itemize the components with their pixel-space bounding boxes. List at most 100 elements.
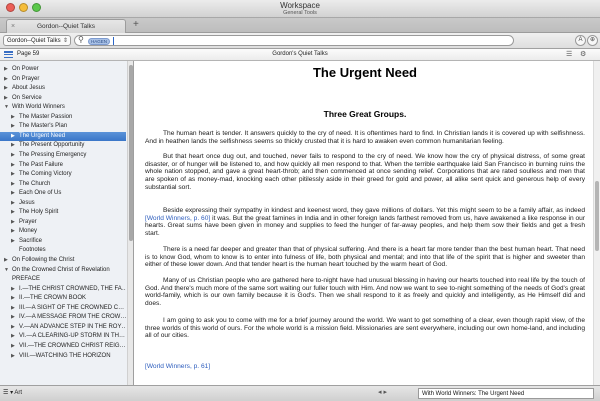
page-reference-link[interactable]: [World Winners, p. 61] — [145, 363, 210, 371]
toc-item[interactable]: PREFACE — [0, 275, 126, 284]
disclosure-closed-icon[interactable]: ▶ — [4, 84, 8, 93]
disclosure-closed-icon[interactable]: ▶ — [11, 141, 15, 150]
search-token[interactable]: HAGEN — [88, 37, 110, 45]
reading-scrollbar[interactable] — [593, 61, 600, 385]
toc-item[interactable]: ▶ Prayer — [0, 218, 126, 227]
toc-item[interactable]: ▶ The Holy Spirit — [0, 208, 126, 217]
toc-item[interactable]: ▶ Each One of Us — [0, 189, 126, 198]
toc-item-label: I.—THE CHRIST CROWNED, THE FA… — [19, 285, 126, 292]
toc-item[interactable]: ▶ The Urgent Need — [0, 131, 126, 141]
toc-item[interactable]: ▶ On Following the Christ — [0, 256, 126, 265]
new-tab-button[interactable]: + — [133, 18, 139, 32]
disclosure-closed-icon[interactable]: ▶ — [11, 218, 15, 227]
disclosure-closed-icon[interactable]: ▶ — [4, 94, 8, 103]
search-icon[interactable]: ⚲ — [78, 35, 84, 44]
back-arrow-icon[interactable]: ◂ — [378, 389, 382, 396]
disclosure-closed-icon[interactable]: ▶ — [11, 237, 15, 246]
disclosure-closed-icon[interactable]: ▶ — [11, 342, 15, 351]
toc-item[interactable]: ▶ The Pressing Emergency — [0, 151, 126, 160]
toc-item[interactable]: ▶ The Present Opportunity — [0, 141, 126, 150]
disclosure-closed-icon[interactable]: ▶ — [11, 113, 15, 122]
toc-item[interactable]: ▶ II.—THE CROWN BOOK — [0, 294, 126, 303]
status-bar: ☰ ▾ Art ◂ ▸ With World Winners: The Urge… — [0, 385, 600, 401]
disclosure-closed-icon[interactable]: ▶ — [11, 323, 15, 332]
tab-gordon-quiet-talks[interactable]: × Gordon--Quiet Talks — [6, 19, 126, 33]
tab-strip: × Gordon--Quiet Talks + — [0, 18, 600, 33]
disclosure-closed-icon[interactable]: ▶ — [11, 170, 15, 179]
add-button[interactable]: ⊕ — [587, 35, 598, 46]
disclosure-closed-icon[interactable]: ▶ — [11, 294, 15, 303]
toc-item[interactable]: ▼ On the Crowned Christ of Revelation — [0, 266, 126, 275]
sidebar-scroll-thumb[interactable] — [129, 65, 133, 241]
toc-item[interactable]: ▶ III.—A SIGHT OF THE CROWNED C… — [0, 304, 126, 313]
location-field[interactable]: With World Winners: The Urgent Need — [418, 388, 594, 399]
toc-item[interactable]: ▶ The Church — [0, 180, 126, 189]
toc-item[interactable]: ▶ On Service — [0, 94, 126, 103]
toc-item[interactable]: ▶ The Master's Plan — [0, 122, 126, 131]
toc-item-label: The Urgent Need — [19, 132, 66, 139]
toc-item-label: On Service — [12, 94, 42, 101]
toc-item[interactable]: ▶ The Past Failure — [0, 161, 126, 170]
disclosure-open-icon[interactable]: ▼ — [4, 266, 9, 275]
toc-item[interactable]: ▶ I.—THE CHRIST CROWNED, THE FA… — [0, 285, 126, 294]
toc-item-label: The Coming Victory — [19, 171, 72, 178]
sidebar-scrollbar[interactable] — [127, 61, 133, 385]
toc-item[interactable]: ▶ IV.—A MESSAGE FROM THE CROW… — [0, 313, 126, 322]
book-select[interactable]: Gordon--Quiet Talks ⇕ — [3, 35, 71, 46]
paragraph: Many of us Christian people who are gath… — [145, 277, 585, 308]
toc-item[interactable]: ▶ The Coming Victory — [0, 170, 126, 179]
tab-close-icon[interactable]: × — [11, 20, 15, 33]
list-view-icon[interactable]: ☰ — [566, 50, 572, 58]
toc-item[interactable]: ▶ Sacrifice — [0, 237, 126, 246]
toc-item-label: III.—A SIGHT OF THE CROWNED C… — [19, 304, 125, 311]
toc-item-label: IV.—A MESSAGE FROM THE CROW… — [19, 314, 126, 321]
toc-item-label: VII.—THE CROWNED CHRIST REIG… — [19, 342, 126, 349]
toc-item[interactable]: ▶ Money — [0, 227, 126, 236]
status-menu[interactable]: ☰ ▾ Art — [3, 389, 22, 396]
toc-item-label: Sacrifice — [19, 237, 43, 244]
toc-item[interactable]: ▶ V.—AN ADVANCE STEP IN THE ROY… — [0, 323, 126, 332]
toc-item-label: The Pressing Emergency — [19, 151, 87, 158]
disclosure-closed-icon[interactable]: ▶ — [11, 285, 15, 294]
toc-item[interactable]: ▶ VI.—A CLEARING-UP STORM IN TH… — [0, 332, 126, 341]
disclosure-closed-icon[interactable]: ▶ — [11, 122, 15, 131]
toc-item[interactable]: ▶ VII.—THE CROWNED CHRIST REIG… — [0, 342, 126, 351]
toc-item-label: Jesus — [19, 199, 35, 206]
toc-item[interactable]: ▶ On Power — [0, 65, 126, 74]
disclosure-closed-icon[interactable]: ▶ — [11, 332, 15, 341]
disclosure-closed-icon[interactable]: ▶ — [11, 208, 15, 217]
toc-item[interactable]: ▶ VIII.—WATCHING THE HORIZON — [0, 352, 126, 361]
disclosure-closed-icon[interactable]: ▶ — [11, 151, 15, 160]
toc-item[interactable]: ▼ With World Winners — [0, 103, 126, 112]
disclosure-closed-icon[interactable]: ▶ — [11, 227, 15, 236]
forward-arrow-icon[interactable]: ▸ — [383, 389, 387, 396]
toc-item[interactable]: ▶ About Jesus — [0, 84, 126, 93]
disclosure-closed-icon[interactable]: ▶ — [11, 132, 15, 141]
history-navigation[interactable]: ◂ ▸ — [378, 388, 387, 396]
gear-icon[interactable]: ⚙ — [580, 50, 586, 58]
search-input[interactable]: ⚲ HAGEN — [74, 35, 514, 46]
disclosure-closed-icon[interactable]: ▶ — [4, 75, 8, 84]
text-caret — [113, 37, 114, 45]
disclosure-closed-icon[interactable]: ▶ — [11, 180, 15, 189]
disclosure-closed-icon[interactable]: ▶ — [11, 352, 15, 361]
disclosure-open-icon[interactable]: ▼ — [4, 103, 9, 112]
disclosure-closed-icon[interactable]: ▶ — [11, 313, 15, 322]
toc-item[interactable]: ▶ The Master Passion — [0, 113, 126, 122]
toc-item[interactable]: ▶ Jesus — [0, 199, 126, 208]
disclosure-closed-icon[interactable]: ▶ — [4, 65, 8, 74]
reading-pane: The Urgent Need Three Great Groups. The … — [134, 61, 600, 385]
window-title: Workspace — [280, 1, 320, 10]
text-size-button[interactable]: A — [575, 35, 586, 46]
page-reference-link[interactable]: [World Winners, p. 60] — [145, 215, 210, 222]
disclosure-closed-icon[interactable]: ▶ — [11, 304, 15, 313]
toc-item[interactable]: Footnotes — [0, 246, 126, 255]
status-label: Art — [14, 390, 23, 396]
disclosure-closed-icon[interactable]: ▶ — [11, 199, 15, 208]
disclosure-closed-icon[interactable]: ▶ — [4, 256, 8, 265]
reading-scroll-thumb[interactable] — [595, 181, 599, 251]
toc-item-label: Each One of Us — [19, 190, 62, 197]
disclosure-closed-icon[interactable]: ▶ — [11, 161, 15, 170]
toc-item[interactable]: ▶ On Prayer — [0, 75, 126, 84]
disclosure-closed-icon[interactable]: ▶ — [11, 189, 15, 198]
